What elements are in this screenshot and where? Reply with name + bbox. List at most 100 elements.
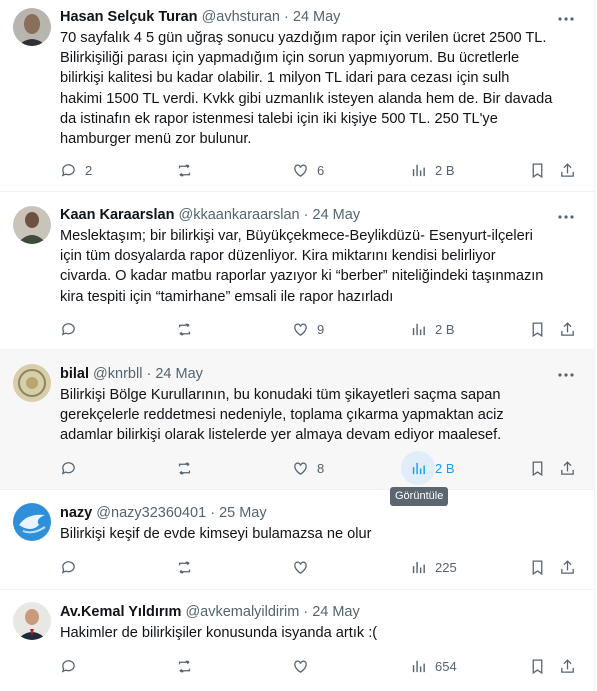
action-bar: 8 2 B [60, 451, 580, 485]
reply-button[interactable] [60, 457, 85, 479]
like-count: 8 [317, 460, 325, 476]
tweet-date[interactable]: 24 May [293, 9, 341, 25]
views-icon [412, 164, 425, 176]
more-icon[interactable] [556, 366, 576, 384]
tweet-card[interactable]: Hasan Selçuk Turan @avhsturan · 24 May 7… [0, 0, 594, 192]
avatar[interactable] [13, 503, 51, 541]
reply-button[interactable] [60, 318, 85, 340]
share-icon [561, 559, 574, 574]
tweet-card[interactable]: bilal @knrbll · 24 May Bilirkişi Bölge K… [0, 350, 594, 490]
tweet-card[interactable]: Av.Kemal Yıldırım @avkemalyildirim · 24 … [0, 590, 594, 691]
action-bar: 2 6 2 B [60, 159, 580, 181]
avatar[interactable] [13, 602, 51, 640]
views-button[interactable]: 654 [410, 655, 457, 677]
tweet-line: 70 sayfalık 4 5 gün uğraş sonucu yazdığı… [60, 30, 547, 46]
like-button[interactable] [292, 556, 317, 578]
author-handle[interactable]: @avkemalyildirim [185, 604, 299, 620]
repost-icon [178, 560, 191, 574]
action-bar: 9 2 B [60, 318, 580, 340]
author-name[interactable]: Av.Kemal Yıldırım [60, 604, 181, 620]
bookmark-icon [532, 658, 543, 674]
bookmark-icon [532, 321, 543, 337]
bookmark-button[interactable] [529, 655, 546, 677]
like-button[interactable]: 9 [292, 318, 324, 340]
more-icon[interactable] [556, 10, 576, 28]
share-button[interactable] [559, 159, 576, 181]
tweet-line: Hakimler de bilirkişiler konusunda isyan… [60, 625, 378, 641]
repost-icon [178, 163, 191, 177]
author-name[interactable]: bilal [60, 366, 89, 382]
tweet-card[interactable]: nazy @nazy32360401 · 25 May Bilirkişi ke… [0, 490, 594, 590]
action-bar: 654 [60, 655, 580, 677]
reply-button[interactable] [60, 556, 85, 578]
reply-icon [61, 322, 75, 336]
bookmark-button[interactable] [529, 556, 546, 578]
author-name[interactable]: Kaan Karaarslan [60, 207, 174, 223]
action-bar: 225 [60, 556, 580, 578]
reply-button[interactable] [60, 655, 85, 677]
reply-button[interactable]: 2 [60, 159, 92, 181]
bookmark-button[interactable] [529, 318, 546, 340]
like-icon [294, 561, 307, 574]
tweet-line: gerekçelerle reddetmesi nedeniyle, topla… [60, 407, 504, 424]
views-icon [412, 462, 425, 474]
share-icon [561, 658, 574, 673]
tweet-card[interactable]: Kaan Karaarslan @kkaankaraarslan · 24 Ma… [0, 192, 594, 350]
like-button[interactable]: 8 [292, 457, 324, 479]
separator: · [146, 366, 152, 382]
more-icon[interactable] [556, 208, 576, 226]
views-count: 2 B [435, 162, 455, 178]
author-name[interactable]: nazy [60, 505, 92, 521]
like-count: 6 [317, 162, 325, 178]
tweet-text: Meslektaşım; bir bilirkişi var, Büyükçek… [60, 226, 576, 307]
share-icon [561, 460, 574, 475]
views-icon [412, 561, 425, 573]
like-icon [294, 323, 307, 336]
views-button[interactable]: 225 [410, 556, 457, 578]
tweet-text: Hakimler de bilirkişiler konusunda isyan… [60, 623, 576, 643]
views-button[interactable]: 2 B [401, 451, 455, 485]
avatar[interactable] [13, 8, 51, 46]
author-handle[interactable]: @nazy32360401 [96, 505, 206, 521]
repost-button[interactable] [176, 457, 201, 479]
tweet-header: bilal @knrbll · 24 May [60, 365, 203, 383]
author-handle[interactable]: @kkaankaraarslan [178, 207, 299, 223]
tweet-text: Bilirkişi Bölge Kurullarının, bu konudak… [60, 385, 576, 446]
views-button[interactable]: 2 B [410, 318, 455, 340]
tweet-date[interactable]: 24 May [312, 604, 360, 620]
avatar[interactable] [13, 206, 51, 244]
author-handle[interactable]: @knrbll [93, 366, 142, 382]
reply-icon [61, 659, 75, 673]
repost-button[interactable] [176, 655, 201, 677]
tweet-line: civarda. O kadar matbu raporlar yazıyor … [60, 268, 544, 285]
tweet-line: Meslektaşım; bir bilirkişi var, Büyükçek… [60, 228, 533, 244]
views-icon [412, 660, 425, 672]
share-button[interactable] [559, 655, 576, 677]
tweet-date[interactable]: 24 May [313, 207, 361, 223]
avatar[interactable] [13, 364, 51, 402]
repost-button[interactable] [176, 556, 201, 578]
tweet-line: kira tespiti için “tamirhane” emsali ile… [60, 288, 394, 305]
tweet-text: Bilirkişi keşif de evde kimseyi bulamazs… [60, 524, 576, 544]
repost-button[interactable] [176, 318, 201, 340]
like-button[interactable]: 6 [292, 159, 324, 181]
author-name[interactable]: Hasan Selçuk Turan [60, 9, 198, 25]
bookmark-button[interactable] [529, 457, 546, 479]
bookmark-button[interactable] [529, 159, 546, 181]
views-button[interactable]: 2 B [410, 159, 455, 181]
like-button[interactable] [292, 655, 317, 677]
tweet-line: hamburger menü zor bulunur. [60, 131, 252, 148]
tweet-date[interactable]: 24 May [155, 366, 203, 382]
tweet-line: Bilirkişiliği parası için yapmadığım içi… [60, 50, 520, 67]
views-count: 654 [435, 658, 457, 674]
views-tooltip: Görüntüle [390, 487, 449, 506]
share-button[interactable] [559, 556, 576, 578]
share-button[interactable] [559, 457, 576, 479]
like-icon [294, 164, 307, 177]
separator: · [284, 9, 289, 25]
repost-button[interactable] [176, 159, 201, 181]
tweet-date[interactable]: 25 May [219, 505, 267, 521]
author-handle[interactable]: @avhsturan [202, 9, 280, 25]
like-icon [294, 660, 307, 673]
share-button[interactable] [559, 318, 576, 340]
